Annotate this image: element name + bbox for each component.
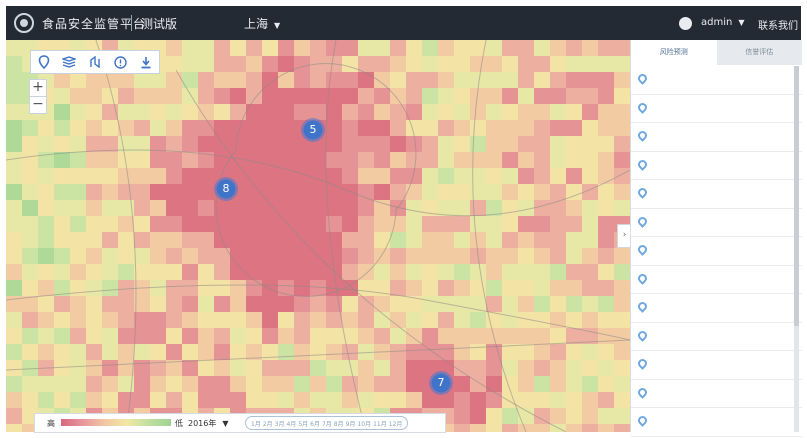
app-frame: 食品安全监管平台 测试版 上海▼ admin▼ 联系我们 + − 5 8 7 [0, 0, 807, 438]
list-item[interactable] [631, 152, 802, 180]
contact-link[interactable]: 联系我们 [758, 17, 798, 32]
risk-list [631, 66, 802, 437]
month-selector: 1月 2月 3月 4月 5月 6月 7月 8月 9月 10月 11月 12月 [245, 416, 409, 430]
year-label: 2016年 [188, 419, 217, 428]
location-pin-icon [636, 385, 649, 399]
chevron-down-icon: ▼ [738, 18, 745, 27]
marker-icon[interactable] [35, 53, 53, 71]
user-menu[interactable]: admin ▼ [701, 17, 745, 28]
month-option[interactable]: 3月 [275, 419, 285, 428]
side-panel: 风险预测 信誉评估 [630, 40, 802, 437]
route-icon[interactable] [86, 53, 104, 71]
map-toolbar [30, 50, 160, 74]
month-option[interactable]: 8月 [334, 419, 344, 428]
panel-collapse-button[interactable]: › [617, 224, 631, 248]
list-item[interactable] [631, 408, 802, 437]
location-pin-icon [636, 328, 649, 342]
zoom-in-button[interactable]: + [30, 80, 46, 97]
list-item[interactable] [631, 66, 802, 95]
legend-color-scale [61, 419, 171, 426]
month-option[interactable]: 6月 [310, 419, 320, 428]
year-selector[interactable]: 2016年 ▼ [188, 418, 229, 429]
logo-icon [14, 13, 34, 33]
location-pin-icon [636, 157, 649, 171]
tab-credit-evaluation[interactable]: 信誉评估 [716, 40, 802, 65]
download-icon[interactable] [137, 53, 155, 71]
month-option[interactable]: 4月 [286, 419, 296, 428]
location-pin-icon [636, 243, 649, 256]
panel-tabs: 风险预测 信誉评估 [631, 40, 802, 65]
env-label: 测试版 [141, 17, 178, 31]
list-item[interactable] [631, 209, 802, 237]
month-option[interactable]: 9月 [346, 419, 356, 428]
list-item[interactable] [631, 266, 802, 294]
risk-map[interactable] [6, 40, 630, 432]
list-item[interactable] [631, 323, 802, 351]
user-icon [679, 17, 692, 30]
month-option[interactable]: 1月 [251, 419, 261, 428]
location-pin-icon [636, 129, 649, 142]
list-item[interactable] [631, 380, 802, 408]
month-option[interactable]: 10月 [357, 419, 371, 428]
list-item[interactable] [631, 294, 802, 323]
location-pin-icon [636, 214, 649, 228]
month-option[interactable]: 7月 [322, 419, 332, 428]
cluster-marker[interactable]: 8 [214, 177, 238, 201]
cluster-marker[interactable]: 7 [429, 371, 453, 395]
month-option[interactable]: 12月 [389, 419, 403, 428]
top-bar: 食品安全监管平台 测试版 上海 ▼ admin ▼ 联系我们 [6, 6, 801, 40]
location-pin-icon [636, 271, 649, 285]
heatmap-canvas[interactable] [6, 40, 630, 432]
location-pin-icon [636, 300, 649, 313]
legend-low-label: 低 [175, 419, 183, 428]
location-pin-icon [636, 186, 649, 199]
info-icon[interactable] [112, 53, 130, 71]
location-pin-icon [636, 100, 649, 114]
location-pin-icon [636, 414, 649, 427]
list-item[interactable] [631, 123, 802, 152]
tab-risk-forecast[interactable]: 风险预测 [631, 40, 717, 65]
title-divider [131, 15, 132, 31]
chevron-down-icon: ▼ [222, 419, 229, 428]
zoom-control: + − [29, 79, 47, 114]
month-option[interactable]: 2月 [263, 419, 273, 428]
legend-high-label: 高 [47, 419, 55, 428]
list-item[interactable] [631, 351, 802, 380]
list-item[interactable] [631, 237, 802, 266]
chevron-down-icon: ▼ [274, 21, 281, 30]
month-option[interactable]: 11月 [373, 419, 387, 428]
city-selector[interactable]: 上海 ▼ [244, 15, 280, 32]
scrollbar-thumb[interactable] [794, 66, 799, 326]
list-item[interactable] [631, 95, 802, 123]
month-option[interactable]: 5月 [298, 419, 308, 428]
panel-scrollbar[interactable] [794, 66, 799, 432]
zoom-out-button[interactable]: − [30, 97, 46, 113]
user-name: admin [701, 17, 733, 28]
cluster-marker[interactable]: 5 [301, 118, 325, 142]
location-pin-icon [636, 357, 649, 370]
list-item[interactable] [631, 180, 802, 209]
map-legend: 高 低 2016年 ▼ 1月 2月 3月 4月 5月 6月 7月 8月 9月 10… [34, 413, 446, 433]
layers-icon[interactable] [60, 53, 78, 71]
location-pin-icon [636, 72, 649, 85]
city-label: 上海 [244, 17, 269, 31]
